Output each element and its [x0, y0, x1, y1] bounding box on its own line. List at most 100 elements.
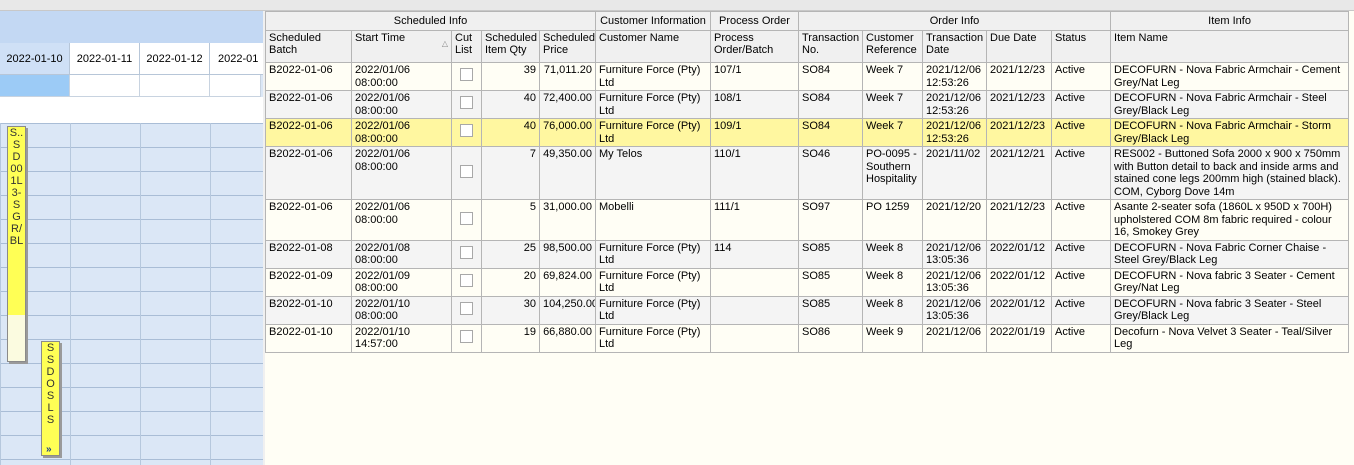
cell-customer-reference[interactable]: Week 8	[862, 239, 923, 269]
col-header-customer-name[interactable]: Customer Name	[595, 30, 711, 63]
cell-customer-name[interactable]: Furniture Force (Pty) Ltd	[595, 239, 711, 269]
cell-scheduled-qty[interactable]: 20	[481, 267, 540, 297]
date-header-cell[interactable]: 2022-01-11	[70, 43, 140, 75]
cell-status[interactable]: Active	[1050, 90, 1112, 119]
table-row[interactable]: B2022-01-06 2022/01/06 08:00:00 39 71,011.2…	[265, 62, 1350, 91]
cell-process-order-batch[interactable]: 108/1	[710, 90, 799, 119]
schedule-grid[interactable]	[0, 123, 263, 465]
col-header-transaction-no[interactable]: Transaction No.	[798, 30, 863, 63]
cut-list-checkbox[interactable]	[460, 301, 473, 315]
date-header-cell[interactable]: 2022-01	[210, 43, 263, 75]
cell-cut-list[interactable]	[451, 239, 482, 269]
cell-cut-list[interactable]	[451, 267, 482, 297]
cell-scheduled-qty[interactable]: 25	[481, 239, 540, 269]
cell-customer-name[interactable]: Furniture Force (Pty) Ltd	[595, 90, 711, 119]
cell-scheduled-batch[interactable]: B2022-01-06	[265, 199, 352, 241]
col-header-process-order-batch[interactable]: Process Order/Batch	[710, 30, 799, 63]
cell-transaction-date[interactable]: 2021/12/06 13:05:36	[922, 239, 987, 269]
chevron-double-down-icon[interactable]: »	[46, 444, 52, 455]
cell-start-time[interactable]: 2022/01/06 08:00:00	[351, 146, 452, 200]
table-row[interactable]: B2022-01-06 2022/01/06 08:00:00 7 49,350.00…	[265, 146, 1350, 200]
cell-customer-reference[interactable]: PO 1259	[862, 199, 923, 241]
cut-list-checkbox[interactable]	[460, 124, 473, 138]
cell-due-date[interactable]: 2021/12/23	[986, 90, 1052, 119]
table-row[interactable]: B2022-01-08 2022/01/08 08:00:00 25 98,500.0…	[265, 239, 1350, 269]
cell-start-time[interactable]: 2022/01/06 08:00:00	[351, 62, 452, 91]
cell-status[interactable]: Active	[1050, 267, 1112, 297]
cell-customer-name[interactable]: My Telos	[595, 146, 711, 200]
cell-cut-list[interactable]	[451, 90, 482, 119]
cell-due-date[interactable]: 2022/01/12	[986, 295, 1052, 325]
col-header-cut-list[interactable]: Cut List	[451, 30, 482, 63]
col-header-status[interactable]: Status	[1050, 30, 1112, 63]
cell-scheduled-batch[interactable]: B2022-01-06	[265, 90, 352, 119]
cell-due-date[interactable]: 2022/01/12	[986, 267, 1052, 297]
col-header-customer-reference[interactable]: Customer Reference	[862, 30, 923, 63]
cell-cut-list[interactable]	[451, 199, 482, 241]
cell-process-order-batch[interactable]: 114	[710, 239, 799, 269]
cut-list-checkbox[interactable]	[460, 245, 473, 259]
cut-list-checkbox[interactable]	[460, 96, 473, 110]
cell-customer-name[interactable]: Furniture Force (Pty) Ltd	[595, 323, 711, 353]
cut-list-checkbox[interactable]	[460, 164, 473, 178]
allocation-cell[interactable]	[0, 75, 70, 97]
cell-cut-list[interactable]	[451, 62, 482, 91]
cell-start-time[interactable]: 2022/01/06 08:00:00	[351, 118, 452, 147]
cell-customer-reference[interactable]: Week 9	[862, 323, 923, 353]
cell-transaction-date[interactable]: 2021/12/06 13:05:36	[922, 295, 987, 325]
cell-customer-name[interactable]: Furniture Force (Pty) Ltd	[595, 62, 711, 91]
cell-status[interactable]: Active	[1050, 199, 1112, 241]
cell-process-order-batch[interactable]	[710, 295, 799, 325]
table-row[interactable]: B2022-01-10 2022/01/10 14:57:00 19 66,880.0…	[265, 323, 1350, 353]
cell-due-date[interactable]: 2022/01/12	[986, 239, 1052, 269]
cell-scheduled-price[interactable]: 49,350.00	[539, 146, 596, 200]
cell-scheduled-batch[interactable]: B2022-01-10	[265, 323, 352, 353]
cell-scheduled-qty[interactable]: 40	[481, 118, 540, 147]
cell-transaction-no[interactable]: SO84	[798, 118, 863, 147]
cell-scheduled-batch[interactable]: B2022-01-09	[265, 267, 352, 297]
cut-list-checkbox[interactable]	[460, 68, 473, 82]
cell-transaction-no[interactable]: SO84	[798, 90, 863, 119]
cell-status[interactable]: Active	[1050, 239, 1112, 269]
cell-item-name[interactable]: DECOFURN - Nova Fabric Armchair - Cement…	[1110, 62, 1350, 91]
cell-scheduled-qty[interactable]: 39	[481, 62, 540, 91]
cell-transaction-no[interactable]: SO46	[798, 146, 863, 200]
cell-due-date[interactable]: 2022/01/19	[986, 323, 1052, 353]
cell-scheduled-qty[interactable]: 30	[481, 295, 540, 325]
cell-transaction-no[interactable]: SO85	[798, 295, 863, 325]
cut-list-checkbox[interactable]	[460, 329, 473, 343]
date-header-cell[interactable]: 2022-01-10	[0, 43, 70, 75]
cell-transaction-no[interactable]: SO85	[798, 267, 863, 297]
col-header-scheduled-batch[interactable]: Scheduled Batch	[265, 30, 352, 63]
cell-scheduled-qty[interactable]: 7	[481, 146, 540, 200]
cell-item-name[interactable]: RES002 - Buttoned Sofa 2000 x 900 x 750m…	[1110, 146, 1350, 200]
cell-scheduled-qty[interactable]: 19	[481, 323, 540, 353]
cell-cut-list[interactable]	[451, 295, 482, 325]
cell-transaction-date[interactable]: 2021/11/02	[922, 146, 987, 200]
cell-start-time[interactable]: 2022/01/10 08:00:00	[351, 295, 452, 325]
cell-customer-name[interactable]: Furniture Force (Pty) Ltd	[595, 118, 711, 147]
cell-item-name[interactable]: DECOFURN - Nova fabric 3 Seater - Cement…	[1110, 267, 1350, 297]
cell-scheduled-price[interactable]: 104,250.00	[539, 295, 596, 325]
allocation-cell[interactable]	[70, 75, 140, 97]
cell-status[interactable]: Active	[1050, 295, 1112, 325]
cell-process-order-batch[interactable]: 107/1	[710, 62, 799, 91]
cell-scheduled-batch[interactable]: B2022-01-06	[265, 118, 352, 147]
cell-item-name[interactable]: DECOFURN - Nova Fabric Corner Chaise - S…	[1110, 239, 1350, 269]
cell-process-order-batch[interactable]	[710, 323, 799, 353]
cell-scheduled-batch[interactable]: B2022-01-08	[265, 239, 352, 269]
cell-transaction-no[interactable]: SO97	[798, 199, 863, 241]
cell-scheduled-batch[interactable]: B2022-01-06	[265, 62, 352, 91]
cell-due-date[interactable]: 2021/12/23	[986, 199, 1052, 241]
cell-start-time[interactable]: 2022/01/08 08:00:00	[351, 239, 452, 269]
cell-start-time[interactable]: 2022/01/09 08:00:00	[351, 267, 452, 297]
cell-process-order-batch[interactable]: 110/1	[710, 146, 799, 200]
date-header-cell[interactable]: 2022-01-12	[140, 43, 210, 75]
cell-item-name[interactable]: DECOFURN - Nova Fabric Armchair - Storm …	[1110, 118, 1350, 147]
cell-process-order-batch[interactable]: 109/1	[710, 118, 799, 147]
cell-due-date[interactable]: 2021/12/23	[986, 62, 1052, 91]
cell-scheduled-price[interactable]: 66,880.00	[539, 323, 596, 353]
allocation-cell[interactable]	[210, 75, 261, 97]
schedule-bar[interactable]: S S D O S L S »	[41, 341, 60, 456]
cell-transaction-date[interactable]: 2021/12/06	[922, 323, 987, 353]
